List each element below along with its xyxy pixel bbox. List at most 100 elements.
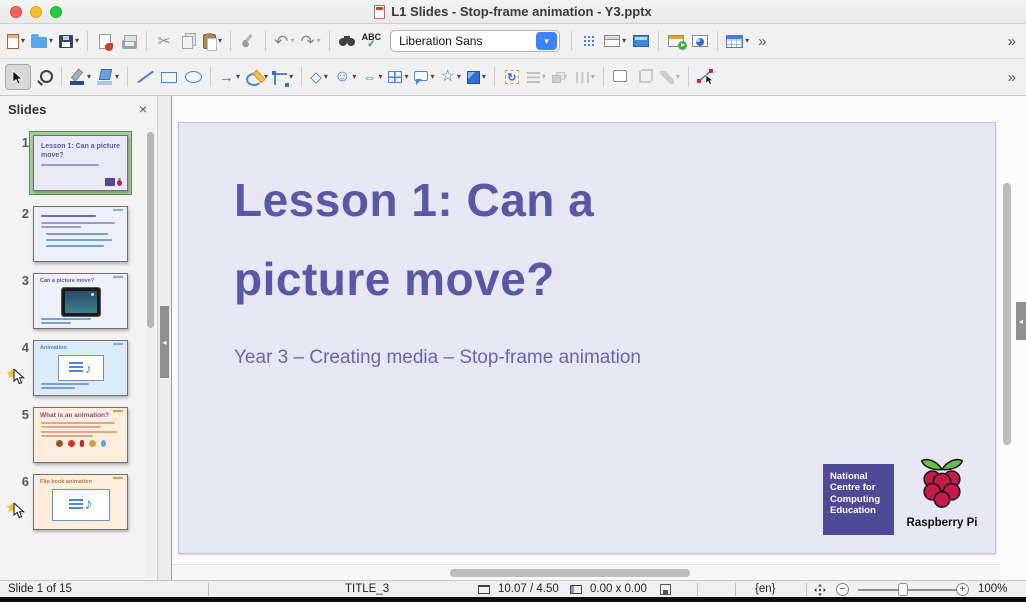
slide-thumbnail-3[interactable]: 3 Can a picture move?: [0, 273, 143, 329]
panel-scrollbar[interactable]: [146, 126, 155, 578]
insert-line-button[interactable]: [134, 64, 156, 90]
find-replace-button[interactable]: [336, 28, 358, 54]
zoom-percent-value[interactable]: 100%: [978, 583, 1007, 595]
thumbnail-canvas[interactable]: Flip book animation ♪: [33, 474, 128, 530]
flowchart-caret[interactable]: ▾: [404, 73, 408, 81]
edit-points-button[interactable]: [695, 64, 717, 90]
new-presentation-button[interactable]: ▾: [5, 28, 27, 54]
undo-button[interactable]: ↶▾: [272, 28, 296, 54]
arrows-caret[interactable]: ▾: [236, 73, 240, 81]
toolbar-overflow-button-right[interactable]: »: [1002, 33, 1022, 50]
new-dropdown-caret[interactable]: ▾: [21, 37, 25, 45]
close-window-button[interactable]: [10, 6, 22, 18]
block-arrows-button[interactable]: ⇔▾: [360, 64, 384, 90]
thumbnail-canvas[interactable]: What is an animation?: [33, 407, 128, 463]
select-tool-button[interactable]: [5, 64, 31, 90]
flowchart-shapes-button[interactable]: ▾: [386, 64, 410, 90]
shadow-button[interactable]: [610, 64, 632, 90]
basic-shapes-button[interactable]: ◇▾: [308, 64, 330, 90]
star-shapes-button[interactable]: ☆▾: [438, 64, 462, 90]
line-color-button[interactable]: ▾: [68, 64, 93, 90]
horizontal-scrollbar-thumb[interactable]: [450, 569, 690, 577]
fill-color-button[interactable]: ▾: [95, 64, 121, 90]
thumbnail-canvas[interactable]: [33, 206, 128, 262]
symbol-shapes-button[interactable]: ☺▾: [332, 64, 358, 90]
3d-objects-button[interactable]: ▾: [465, 64, 488, 90]
display-views-button[interactable]: ▾: [602, 28, 628, 54]
3d-objects-caret[interactable]: ▾: [482, 73, 486, 81]
slide-transition-indicator[interactable]: ★: [6, 366, 30, 388]
insert-chart-button[interactable]: [689, 28, 711, 54]
start-slideshow-button[interactable]: [665, 28, 687, 54]
zoom-in-button[interactable]: +: [956, 583, 969, 596]
thumbnail-canvas[interactable]: Lesson 1: Can a picture move?: [33, 135, 128, 191]
paste-button[interactable]: ▾: [201, 28, 224, 54]
connectors-button[interactable]: ▾: [272, 64, 295, 90]
clone-formatting-button[interactable]: [237, 28, 259, 54]
save-button[interactable]: ▾: [57, 28, 81, 54]
paste-dropdown-caret[interactable]: ▾: [218, 37, 222, 45]
vertical-scrollbar[interactable]: [1001, 98, 1013, 560]
sidebar-collapse-handle[interactable]: ◂: [1016, 302, 1026, 340]
spelling-button[interactable]: ABC ✓: [360, 28, 384, 54]
display-grid-button[interactable]: [578, 28, 600, 54]
zoom-slider-thumb[interactable]: [898, 583, 908, 596]
horizontal-scrollbar[interactable]: [172, 564, 1000, 580]
views-dropdown-caret[interactable]: ▾: [622, 37, 626, 45]
filter-caret: ▾: [676, 73, 680, 81]
basic-shapes-caret[interactable]: ▾: [324, 73, 328, 81]
zoom-tool-button[interactable]: [33, 64, 55, 90]
redo-dropdown-caret[interactable]: ▾: [317, 37, 321, 45]
zoom-window-button[interactable]: [50, 6, 62, 18]
slide-thumbnail-5[interactable]: 5 What is an animation?: [0, 407, 143, 463]
open-dropdown-caret[interactable]: ▾: [49, 37, 53, 45]
panel-splitter[interactable]: ◂: [158, 96, 172, 580]
minimize-window-button[interactable]: [30, 6, 42, 18]
line-color-caret[interactable]: ▾: [87, 73, 91, 81]
insert-ellipse-button[interactable]: [182, 64, 204, 90]
close-panel-button[interactable]: ×: [137, 101, 149, 117]
copy-button[interactable]: [177, 28, 199, 54]
slide-transition-indicator[interactable]: ★: [6, 500, 30, 522]
slide-thumbnail-2[interactable]: 2: [0, 206, 143, 262]
symbol-shapes-caret[interactable]: ▾: [352, 73, 356, 81]
export-pdf-button[interactable]: [94, 28, 116, 54]
zoom-out-button[interactable]: −: [836, 583, 849, 596]
language-status[interactable]: {en}: [755, 583, 775, 595]
font-name-combobox[interactable]: Liberation Sans ▾: [390, 30, 560, 52]
stars-caret[interactable]: ▾: [457, 73, 461, 81]
redo-button[interactable]: ↷▾: [298, 28, 322, 54]
print-button[interactable]: [118, 28, 140, 54]
undo-dropdown-caret[interactable]: ▾: [290, 37, 294, 45]
slide-thumbnail-4[interactable]: 4 ★ Animation ♪: [0, 340, 143, 396]
panel-collapse-handle[interactable]: ◂: [160, 306, 169, 378]
fill-color-caret[interactable]: ▾: [115, 73, 119, 81]
insert-rectangle-button[interactable]: [158, 64, 180, 90]
callout-shapes-button[interactable]: ▾: [412, 64, 436, 90]
lines-arrows-button[interactable]: →▾: [217, 64, 242, 90]
drawing-toolbar-overflow-button[interactable]: »: [1002, 69, 1022, 86]
master-slide-button[interactable]: [630, 28, 652, 54]
transformations-button[interactable]: ↻: [501, 64, 523, 90]
thumbnail-canvas[interactable]: Can a picture move?: [33, 273, 128, 329]
connectors-caret[interactable]: ▾: [289, 73, 293, 81]
font-name-value[interactable]: Liberation Sans: [391, 34, 536, 48]
font-dropdown-button[interactable]: ▾: [536, 32, 557, 50]
table-dropdown-caret[interactable]: ▾: [745, 37, 749, 45]
insert-table-button[interactable]: ▾: [724, 28, 751, 54]
toolbar-overflow-button[interactable]: »: [752, 33, 772, 50]
curves-polygons-button[interactable]: ▾: [244, 64, 270, 90]
panel-scrollbar-thumb[interactable]: [147, 132, 154, 328]
slide-thumbnail-1[interactable]: 1 Lesson 1: Can a picture move?: [0, 135, 143, 195]
vertical-scrollbar-thumb[interactable]: [1003, 183, 1011, 445]
callouts-caret[interactable]: ▾: [430, 73, 434, 81]
thumbnail-canvas[interactable]: Animation ♪: [33, 340, 128, 396]
slide-subtitle-text[interactable]: Year 3 – Creating media – Stop-frame ani…: [234, 347, 641, 369]
slide-title-text[interactable]: Lesson 1: Can a picture move?: [234, 161, 734, 319]
cut-button[interactable]: ✂: [153, 28, 175, 54]
open-button[interactable]: ▾: [29, 28, 55, 54]
slide-thumbnail-6[interactable]: 6 ★ Flip book animation ♪: [0, 474, 143, 530]
slide-canvas[interactable]: Lesson 1: Can a picture move? Year 3 – C…: [178, 122, 996, 554]
save-dropdown-caret[interactable]: ▾: [75, 37, 79, 45]
block-arrows-caret[interactable]: ▾: [378, 73, 382, 81]
